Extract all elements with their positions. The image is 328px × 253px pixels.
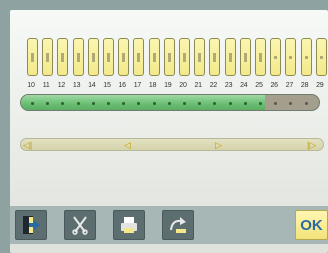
hour-label: 29 xyxy=(316,82,324,89)
hour-tick[interactable] xyxy=(179,38,190,76)
hour-label: 16 xyxy=(118,82,126,89)
hour-tick[interactable] xyxy=(118,38,130,76)
hour-dot xyxy=(289,102,293,105)
tick-mark xyxy=(91,53,95,62)
hour-tick[interactable] xyxy=(194,38,206,76)
slider-marker-left[interactable]: ◁ xyxy=(124,140,131,151)
tick-mark xyxy=(319,56,323,59)
slider-right-handle[interactable]: |▷ xyxy=(307,140,316,151)
hour-tick[interactable] xyxy=(42,38,54,76)
hour-tick[interactable] xyxy=(270,38,282,76)
hour-dot xyxy=(228,102,232,105)
tick-mark xyxy=(107,53,110,62)
hour-tick[interactable] xyxy=(224,38,236,76)
hour-label: 17 xyxy=(133,82,142,89)
redo-arrow-icon xyxy=(170,217,186,233)
tick-mark xyxy=(152,53,156,62)
slider-left-handle[interactable]: ◁| xyxy=(23,140,32,151)
hour-tick[interactable] xyxy=(133,38,145,76)
hour-dot xyxy=(259,102,262,105)
tick-mark xyxy=(122,53,126,62)
hour-label: 27 xyxy=(285,82,294,89)
cut-button[interactable] xyxy=(64,210,96,240)
tick-mark xyxy=(304,56,308,59)
hour-range-bar[interactable] xyxy=(20,94,320,111)
tick-mark xyxy=(31,53,34,62)
ok-button[interactable]: OK xyxy=(295,210,328,240)
tick-mark xyxy=(259,53,262,62)
hour-dot xyxy=(76,102,80,105)
hour-dot xyxy=(304,102,308,105)
tick-mark xyxy=(198,53,202,62)
scissors-icon xyxy=(72,216,88,235)
hour-label: 13 xyxy=(72,82,81,89)
hour-tick[interactable] xyxy=(255,38,266,76)
tick-mark xyxy=(137,53,141,62)
hour-label: 14 xyxy=(88,82,96,89)
tick-mark xyxy=(228,53,232,62)
exit-button[interactable] xyxy=(15,210,47,240)
hour-dot xyxy=(243,102,247,105)
redo-button[interactable] xyxy=(162,210,194,240)
hour-label: 26 xyxy=(270,82,278,89)
hour-label: 25 xyxy=(255,82,263,89)
hour-label: 18 xyxy=(148,82,157,89)
hour-tick[interactable] xyxy=(239,38,251,76)
hour-dot xyxy=(167,102,171,105)
hour-dot xyxy=(274,102,278,105)
hour-tick[interactable] xyxy=(87,38,99,76)
hour-dot xyxy=(31,102,34,105)
hour-label: 22 xyxy=(209,82,218,89)
hour-label: 12 xyxy=(57,82,66,89)
hour-label: 11 xyxy=(42,82,50,89)
hour-tick[interactable] xyxy=(148,38,160,76)
hour-tick[interactable] xyxy=(315,38,327,76)
timer-panel: 10 11 12 13 14 15 16 17 18 19 20 21 22 23 24 25 26 27 28 29… xyxy=(10,26,328,186)
hour-label: 23 xyxy=(224,82,233,89)
tick-mark xyxy=(289,56,293,59)
hour-dot xyxy=(107,102,110,105)
print-button[interactable] xyxy=(113,210,145,240)
tick-mark xyxy=(274,56,278,59)
hour-label: 19 xyxy=(164,82,172,89)
hour-label: 20 xyxy=(179,82,187,89)
tick-mark xyxy=(213,53,217,62)
hour-tick[interactable] xyxy=(300,38,312,76)
hour-label: 24 xyxy=(240,82,248,89)
tick-mark xyxy=(183,53,186,62)
hour-tick[interactable] xyxy=(27,38,38,76)
hour-dot xyxy=(91,102,95,105)
hour-tick[interactable] xyxy=(285,38,297,76)
tick-mark xyxy=(167,53,171,62)
hour-tick[interactable] xyxy=(209,38,221,76)
tick-mark xyxy=(46,53,50,62)
hour-tick[interactable] xyxy=(72,38,84,76)
hour-tick[interactable] xyxy=(57,38,69,76)
hour-tick[interactable] xyxy=(103,38,114,76)
hour-label: 15 xyxy=(103,82,111,89)
hour-dot xyxy=(152,102,156,105)
slider-marker-right[interactable]: ▷ xyxy=(215,140,222,151)
range-slider[interactable]: ◁| ◁ ▷ |▷ xyxy=(20,138,324,151)
exit-door-icon xyxy=(23,216,40,234)
hour-label: 21 xyxy=(194,82,202,89)
tick-mark xyxy=(61,53,65,62)
tick-mark xyxy=(243,53,247,62)
hour-label: 10 xyxy=(27,82,35,89)
hour-label: 28 xyxy=(300,82,309,89)
hour-dot xyxy=(183,102,186,105)
printer-icon xyxy=(121,217,137,233)
bottom-toolbar: OK xyxy=(10,206,328,244)
hour-tick[interactable] xyxy=(163,38,175,76)
tick-mark xyxy=(76,53,80,62)
